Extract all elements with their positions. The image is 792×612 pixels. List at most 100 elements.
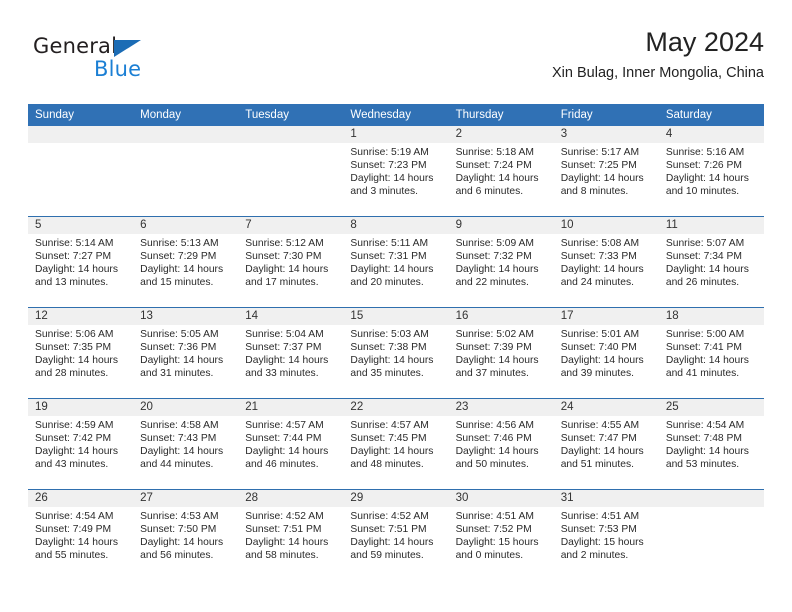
- calendar-day-cell[interactable]: 21 Sunrise: 4:57 AM Sunset: 7:44 PM Dayligh…: [238, 399, 344, 489]
- sunrise-text: Sunrise: 5:03 AM: [350, 329, 429, 340]
- sunset-text: Sunset: 7:52 PM: [455, 524, 532, 536]
- calendar-day-cell[interactable]: 23 Sunrise: 4:56 AM Sunset: 7:46 PM Dayligh…: [448, 399, 554, 489]
- day-number: 16: [455, 310, 469, 322]
- day-number-band: 8: [343, 217, 449, 234]
- sunset-text: Sunset: 7:43 PM: [140, 433, 217, 445]
- calendar-day-cell[interactable]: 28 Sunrise: 4:52 AM Sunset: 7:51 PM Dayligh…: [238, 490, 344, 580]
- day-details: Sunrise: 5:16 AM Sunset: 7:26 PM Daylight:…: [659, 143, 764, 198]
- sunset-text: Sunset: 7:51 PM: [245, 524, 322, 536]
- calendar-day-cell[interactable]: 8 Sunrise: 5:11 AM Sunset: 7:31 PM Daylight…: [343, 217, 449, 307]
- daylight-text-line1: Daylight: 14 hours: [245, 446, 329, 458]
- calendar-day-cell[interactable]: 17 Sunrise: 5:01 AM Sunset: 7:40 PM Dayligh…: [553, 308, 659, 398]
- calendar-day-cell[interactable]: 31 Sunrise: 4:51 AM Sunset: 7:53 PM Dayligh…: [553, 490, 659, 580]
- calendar-day-cell[interactable]: 13 Sunrise: 5:05 AM Sunset: 7:36 PM Dayligh…: [133, 308, 239, 398]
- daylight-text-line1: Daylight: 14 hours: [455, 173, 539, 185]
- day-number: 5: [35, 219, 42, 231]
- calendar-day-cell[interactable]: 12 Sunrise: 5:06 AM Sunset: 7:35 PM Dayligh…: [28, 308, 134, 398]
- daylight-text-line1: Daylight: 14 hours: [560, 173, 644, 185]
- daylight-text-line1: Daylight: 14 hours: [455, 264, 539, 276]
- day-details: Sunrise: 4:54 AM Sunset: 7:49 PM Daylight:…: [28, 507, 133, 562]
- day-number-band: 18: [658, 308, 764, 325]
- sunrise-text: Sunrise: 4:51 AM: [455, 511, 534, 522]
- calendar-day-cell[interactable]: 14 Sunrise: 5:04 AM Sunset: 7:37 PM Dayligh…: [238, 308, 344, 398]
- calendar-day-cell[interactable]: 24 Sunrise: 4:55 AM Sunset: 7:47 PM Dayligh…: [553, 399, 659, 489]
- calendar-day-cell[interactable]: 29 Sunrise: 4:52 AM Sunset: 7:51 PM Dayligh…: [343, 490, 449, 580]
- daylight-text-line1: Daylight: 14 hours: [350, 537, 434, 549]
- daylight-text-line2: and 43 minutes.: [35, 459, 109, 471]
- calendar-day-cell[interactable]: 2 Sunrise: 5:18 AM Sunset: 7:24 PM Daylight…: [448, 126, 554, 216]
- daylight-text-line2: and 15 minutes.: [140, 277, 214, 289]
- calendar-day-cell[interactable]: 6 Sunrise: 5:13 AM Sunset: 7:29 PM Daylight…: [133, 217, 239, 307]
- weekday-header-friday: Friday: [560, 109, 593, 121]
- daylight-text-line2: and 59 minutes.: [350, 550, 424, 562]
- calendar-day-cell-empty: [658, 490, 764, 580]
- daylight-text-line1: Daylight: 14 hours: [455, 446, 539, 458]
- day-number: 23: [455, 401, 469, 413]
- sunset-text: Sunset: 7:34 PM: [665, 251, 742, 263]
- sunset-text: Sunset: 7:38 PM: [350, 342, 427, 354]
- day-number: 28: [245, 492, 259, 504]
- weekday-header-saturday: Saturday: [665, 109, 712, 121]
- sunrise-text: Sunrise: 4:53 AM: [140, 511, 219, 522]
- calendar-day-cell[interactable]: 18 Sunrise: 5:00 AM Sunset: 7:41 PM Dayligh…: [658, 308, 764, 398]
- calendar-weeks: 1 Sunrise: 5:19 AM Sunset: 7:23 PM Daylight…: [28, 126, 764, 580]
- calendar-day-cell[interactable]: 20 Sunrise: 4:58 AM Sunset: 7:43 PM Dayligh…: [133, 399, 239, 489]
- day-details: Sunrise: 4:51 AM Sunset: 7:53 PM Daylight:…: [554, 507, 659, 562]
- sunrise-text: Sunrise: 4:55 AM: [560, 420, 640, 431]
- calendar-day-cell[interactable]: 26 Sunrise: 4:54 AM Sunset: 7:49 PM Dayligh…: [28, 490, 134, 580]
- sunrise-text: Sunrise: 5:08 AM: [560, 238, 640, 249]
- calendar-day-cell[interactable]: 19 Sunrise: 4:59 AM Sunset: 7:42 PM Dayligh…: [28, 399, 134, 489]
- daylight-text-line1: Daylight: 14 hours: [665, 173, 749, 185]
- day-number: 11: [665, 219, 678, 231]
- daylight-text-line2: and 10 minutes.: [665, 186, 740, 198]
- day-details: Sunrise: 4:57 AM Sunset: 7:45 PM Daylight:…: [343, 416, 448, 471]
- sunset-text: Sunset: 7:45 PM: [350, 433, 427, 445]
- day-details: Sunrise: 5:05 AM Sunset: 7:36 PM Daylight:…: [133, 325, 238, 380]
- calendar-day-cell[interactable]: 22 Sunrise: 4:57 AM Sunset: 7:45 PM Dayligh…: [343, 399, 449, 489]
- daylight-text-line2: and 50 minutes.: [455, 459, 529, 471]
- sunset-text: Sunset: 7:41 PM: [665, 342, 742, 354]
- day-details: Sunrise: 5:06 AM Sunset: 7:35 PM Daylight:…: [28, 325, 133, 380]
- day-number: 24: [560, 401, 574, 413]
- sunrise-text: Sunrise: 4:54 AM: [665, 420, 745, 431]
- calendar-day-cell[interactable]: 1 Sunrise: 5:19 AM Sunset: 7:23 PM Daylight…: [343, 126, 449, 216]
- calendar-day-cell[interactable]: 5 Sunrise: 5:14 AM Sunset: 7:27 PM Daylight…: [28, 217, 134, 307]
- day-number-band: 13: [133, 308, 239, 325]
- day-details: Sunrise: 5:07 AM Sunset: 7:34 PM Daylight:…: [659, 234, 764, 289]
- calendar-day-cell[interactable]: 4 Sunrise: 5:16 AM Sunset: 7:26 PM Daylight…: [658, 126, 764, 216]
- calendar-day-cell[interactable]: 9 Sunrise: 5:09 AM Sunset: 7:32 PM Daylight…: [448, 217, 554, 307]
- day-number-band: 25: [658, 399, 764, 416]
- day-details: Sunrise: 5:00 AM Sunset: 7:41 PM Daylight:…: [659, 325, 764, 380]
- calendar-day-cell[interactable]: 7 Sunrise: 5:12 AM Sunset: 7:30 PM Daylight…: [238, 217, 344, 307]
- calendar-week-row: 1 Sunrise: 5:19 AM Sunset: 7:23 PM Daylight…: [28, 126, 764, 216]
- calendar-day-cell-empty: [133, 126, 239, 216]
- day-number-band: 9: [448, 217, 554, 234]
- day-number: 22: [350, 401, 364, 413]
- calendar-day-cell[interactable]: 15 Sunrise: 5:03 AM Sunset: 7:38 PM Dayligh…: [343, 308, 449, 398]
- sunset-text: Sunset: 7:33 PM: [560, 251, 637, 263]
- day-number: 2: [455, 128, 462, 140]
- calendar-day-cell[interactable]: 16 Sunrise: 5:02 AM Sunset: 7:39 PM Dayligh…: [448, 308, 554, 398]
- calendar-day-cell[interactable]: 3 Sunrise: 5:17 AM Sunset: 7:25 PM Daylight…: [553, 126, 659, 216]
- daylight-text-line1: Daylight: 14 hours: [140, 355, 224, 367]
- sunrise-text: Sunrise: 5:09 AM: [455, 238, 534, 249]
- calendar-day-cell[interactable]: 11 Sunrise: 5:07 AM Sunset: 7:34 PM Dayligh…: [658, 217, 764, 307]
- day-number: 31: [560, 492, 574, 504]
- page-header: General Blue May 2024 Xin Bulag, Inner M…: [28, 26, 764, 98]
- sunset-text: Sunset: 7:27 PM: [35, 251, 112, 263]
- daylight-text-line1: Daylight: 14 hours: [35, 355, 118, 367]
- calendar-day-cell[interactable]: 27 Sunrise: 4:53 AM Sunset: 7:50 PM Dayligh…: [133, 490, 239, 580]
- day-details: Sunrise: 4:59 AM Sunset: 7:42 PM Daylight:…: [28, 416, 133, 471]
- day-details: Sunrise: 4:56 AM Sunset: 7:46 PM Daylight:…: [449, 416, 554, 471]
- sunset-text: Sunset: 7:50 PM: [140, 524, 217, 536]
- day-number: 19: [35, 401, 48, 413]
- day-number: 7: [245, 219, 252, 231]
- day-number: 20: [140, 401, 153, 413]
- calendar-day-cell[interactable]: 10 Sunrise: 5:08 AM Sunset: 7:33 PM Dayligh…: [553, 217, 659, 307]
- logo-text-general: General: [33, 34, 118, 58]
- calendar-day-cell[interactable]: 30 Sunrise: 4:51 AM Sunset: 7:52 PM Dayligh…: [448, 490, 554, 580]
- day-number: 4: [665, 128, 673, 140]
- sunrise-text: Sunrise: 5:19 AM: [350, 147, 429, 158]
- calendar-day-cell-empty: [28, 126, 134, 216]
- calendar-day-cell[interactable]: 25 Sunrise: 4:54 AM Sunset: 7:48 PM Dayligh…: [658, 399, 764, 489]
